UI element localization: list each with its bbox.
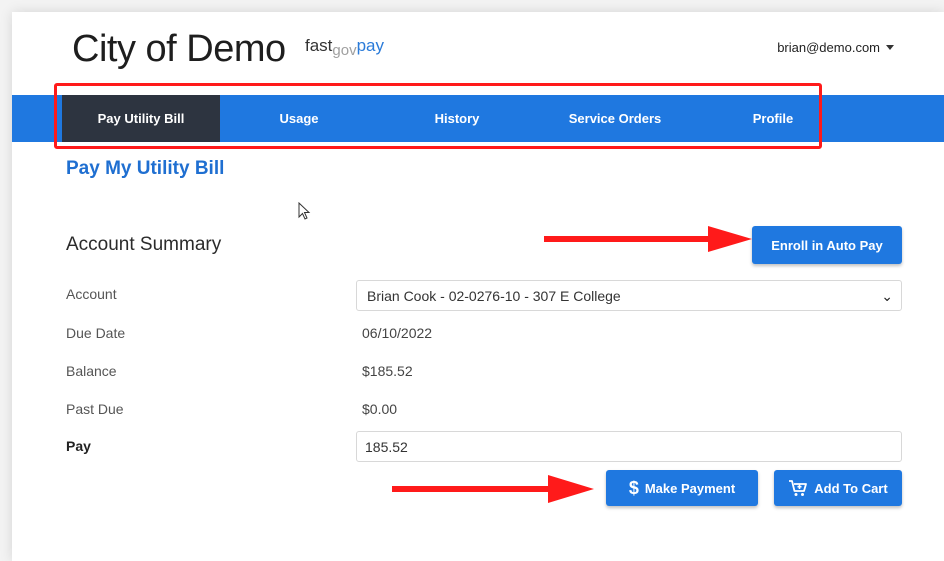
- due-date-value: 06/10/2022: [362, 325, 433, 341]
- nav-highlight-box: [54, 83, 822, 149]
- arrow-to-payment-icon: [392, 475, 594, 503]
- mouse-cursor-icon: [298, 202, 311, 220]
- due-date-label: Due Date: [66, 325, 126, 341]
- dollar-icon: $: [628, 477, 639, 498]
- brand-logo: fastgovpay: [305, 36, 385, 59]
- page-title: Pay My Utility Bill: [66, 158, 225, 179]
- enroll-autopay-button[interactable]: Enroll in Auto Pay: [752, 226, 902, 264]
- pay-amount-value: 185.52: [365, 439, 408, 455]
- balance-value: $185.52: [362, 363, 413, 379]
- add-to-cart-button[interactable]: Add To Cart: [774, 470, 902, 506]
- cart-icon: [789, 480, 808, 496]
- account-select[interactable]: Brian Cook - 02-0276-10 - 307 E College …: [356, 280, 902, 311]
- pay-amount-input[interactable]: 185.52: [356, 431, 902, 462]
- city-title: City of Demo: [72, 28, 286, 70]
- balance-label: Balance: [66, 363, 117, 379]
- past-due-label: Past Due: [66, 401, 124, 417]
- section-title: Account Summary: [66, 234, 222, 255]
- user-email: brian@demo.com: [777, 40, 880, 55]
- pay-label: Pay: [66, 438, 91, 454]
- arrow-to-enroll-icon: [544, 226, 752, 252]
- make-payment-label: Make Payment: [644, 480, 736, 496]
- account-select-value: Brian Cook - 02-0276-10 - 307 E College: [367, 288, 621, 304]
- brand-gov: gov: [332, 42, 357, 59]
- past-due-value: $0.00: [362, 401, 398, 417]
- add-to-cart-label: Add To Cart: [814, 480, 888, 496]
- brand-pay: pay: [356, 36, 385, 55]
- chevron-down-icon: ⌄: [881, 288, 893, 304]
- enroll-autopay-label: Enroll in Auto Pay: [771, 237, 883, 253]
- user-menu[interactable]: brian@demo.com: [777, 40, 894, 55]
- make-payment-button[interactable]: $ Make Payment: [606, 470, 758, 506]
- brand-fast: fast: [305, 36, 333, 55]
- app-card: City of Demo fastgovpay brian@demo.com P…: [12, 12, 944, 561]
- account-label: Account: [66, 286, 117, 302]
- caret-down-icon: [886, 45, 894, 50]
